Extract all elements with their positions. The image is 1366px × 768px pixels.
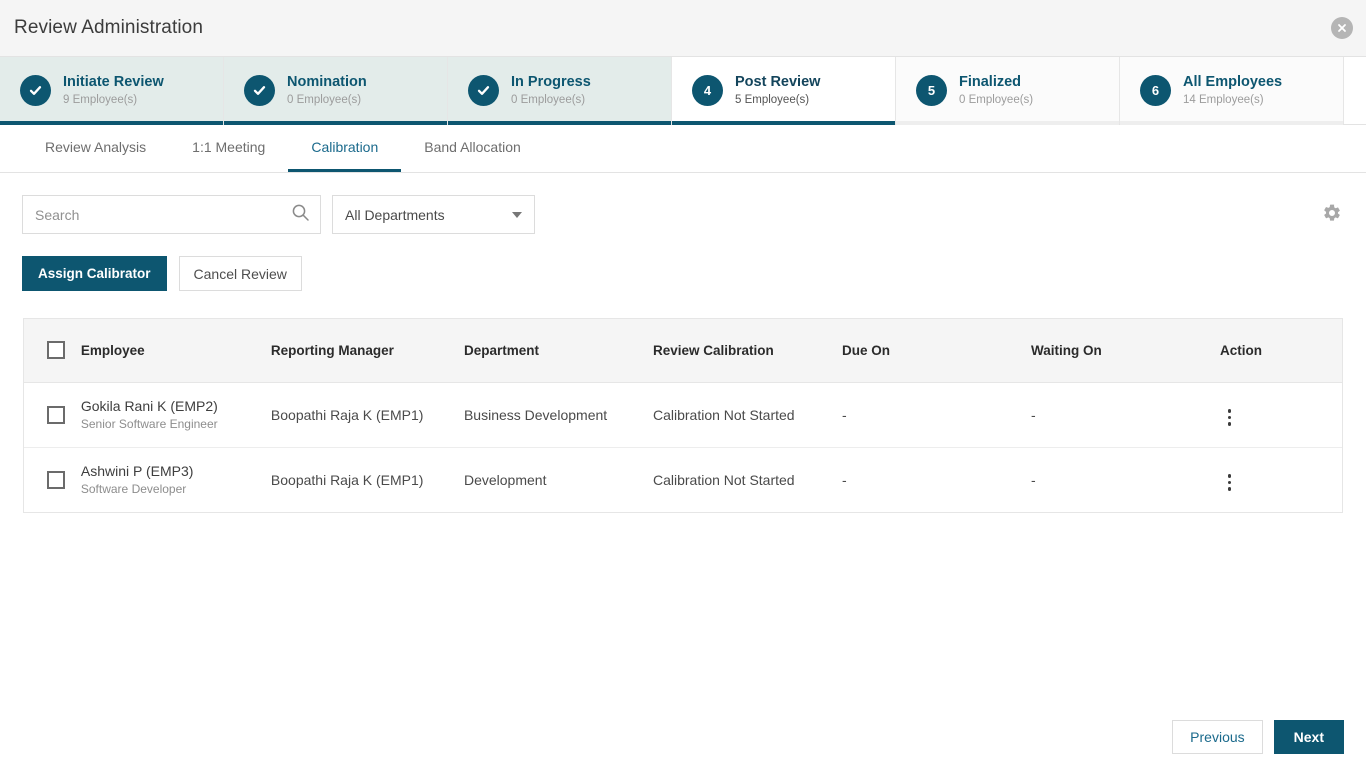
cell-department: Development xyxy=(463,471,547,488)
tab-review-analysis[interactable]: Review Analysis xyxy=(22,125,169,172)
step-badge-completed xyxy=(20,75,51,106)
window-titlebar: Review Administration xyxy=(0,0,1366,57)
kebab-menu-icon[interactable] xyxy=(1220,405,1240,430)
search-field-wrapper xyxy=(22,195,321,234)
row-select-cell xyxy=(24,447,80,512)
tab-one-on-one-meeting[interactable]: 1:1 Meeting xyxy=(169,125,288,172)
employee-role: Software Developer xyxy=(80,482,187,497)
cell-review-calibration: Calibration Not Started xyxy=(652,382,842,448)
step-label: Finalized xyxy=(959,74,1022,91)
column-header-action: Action xyxy=(1219,319,1342,383)
review-stage-stepper: Initiate Review 9 Employee(s) Nomination… xyxy=(0,57,1366,125)
gear-icon xyxy=(1322,204,1342,227)
wizard-footer: Previous Next xyxy=(1172,720,1344,754)
settings-button[interactable] xyxy=(1322,203,1342,228)
step-count: 0 Employee(s) xyxy=(511,93,586,106)
check-icon xyxy=(251,82,268,99)
cell-waiting-on: - xyxy=(1030,471,1036,488)
step-nomination[interactable]: Nomination 0 Employee(s) xyxy=(224,57,448,125)
table-row[interactable]: Gokila Rani K (EMP2) Senior Software Eng… xyxy=(24,382,1342,448)
cell-due-on: - xyxy=(841,382,1031,448)
cell-waiting-on: - xyxy=(1030,382,1220,448)
cell-employee: Ashwini P (EMP3) Software Developer xyxy=(80,447,271,512)
cancel-review-button[interactable]: Cancel Review xyxy=(178,256,302,291)
select-all-header xyxy=(24,319,80,383)
table-header-row: Employee Reporting Manager Department Re… xyxy=(24,319,1342,383)
employee-name: Ashwini P (EMP3) xyxy=(80,463,194,480)
department-select-value: All Departments xyxy=(345,206,445,223)
search-input[interactable] xyxy=(22,195,321,234)
step-count: 0 Employee(s) xyxy=(959,93,1034,106)
employee-role: Senior Software Engineer xyxy=(80,417,218,431)
column-header-department: Department xyxy=(463,319,653,383)
section-tabs: Review Analysis 1:1 Meeting Calibration … xyxy=(0,125,1366,173)
step-count: 9 Employee(s) xyxy=(63,93,138,106)
step-in-progress[interactable]: In Progress 0 Employee(s) xyxy=(448,57,672,125)
row-select-cell xyxy=(24,382,80,448)
previous-button[interactable]: Previous xyxy=(1172,720,1263,754)
step-badge-completed xyxy=(468,75,499,106)
step-badge-number: 4 xyxy=(692,75,723,106)
row-checkbox[interactable] xyxy=(47,405,65,424)
select-all-checkbox[interactable] xyxy=(47,341,65,360)
assign-calibrator-button[interactable]: Assign Calibrator xyxy=(22,256,167,291)
cell-action xyxy=(1219,382,1342,448)
step-label: Post Review xyxy=(735,74,821,91)
next-button[interactable]: Next xyxy=(1273,720,1344,754)
step-post-review[interactable]: 4 Post Review 5 Employee(s) xyxy=(672,57,896,125)
step-all-employees[interactable]: 6 All Employees 14 Employee(s) xyxy=(1120,57,1344,125)
cell-reporting-manager: Boopathi Raja K (EMP1) xyxy=(270,382,464,448)
step-label: In Progress xyxy=(511,74,591,91)
calibration-table: Employee Reporting Manager Department Re… xyxy=(23,318,1343,513)
bulk-action-toolbar: Assign Calibrator Cancel Review xyxy=(0,234,1366,291)
step-count: 5 Employee(s) xyxy=(735,93,810,106)
close-button[interactable] xyxy=(1331,17,1353,39)
check-icon xyxy=(475,82,492,99)
step-label: Initiate Review xyxy=(63,74,164,91)
step-label: Nomination xyxy=(287,74,367,91)
step-label: All Employees xyxy=(1183,74,1283,91)
row-checkbox[interactable] xyxy=(47,470,65,489)
filter-toolbar: All Departments xyxy=(0,173,1366,234)
cell-employee: Gokila Rani K (EMP2) Senior Software Eng… xyxy=(79,382,271,448)
column-header-waiting-on: Waiting On xyxy=(1030,319,1220,383)
department-filter-wrapper: All Departments xyxy=(332,195,535,234)
step-badge-number: 5 xyxy=(916,75,947,106)
step-count: 0 Employee(s) xyxy=(287,93,362,106)
chevron-down-icon xyxy=(512,211,522,218)
table-row[interactable]: Ashwini P (EMP3) Software Developer Boop… xyxy=(24,447,1342,512)
tab-calibration[interactable]: Calibration xyxy=(288,125,402,172)
column-header-review-calibration: Review Calibration xyxy=(652,319,842,383)
cell-review-calibration: Calibration Not Started xyxy=(652,471,795,488)
column-header-due-on: Due On xyxy=(841,319,1031,383)
employee-name: Gokila Rani K (EMP2) xyxy=(80,398,218,414)
kebab-menu-icon[interactable] xyxy=(1220,470,1240,495)
step-count: 14 Employee(s) xyxy=(1183,93,1264,106)
column-header-employee: Employee xyxy=(79,319,271,383)
tab-band-allocation[interactable]: Band Allocation xyxy=(401,125,544,172)
cell-reporting-manager: Boopathi Raja K (EMP1) xyxy=(270,471,424,488)
check-icon xyxy=(27,82,44,99)
cell-department: Business Development xyxy=(463,382,653,448)
page-title: Review Administration xyxy=(14,17,204,38)
column-header-reporting-manager: Reporting Manager xyxy=(270,319,464,383)
cell-action xyxy=(1220,447,1342,512)
step-badge-completed xyxy=(244,75,275,106)
cell-due-on: - xyxy=(841,471,847,488)
step-finalized[interactable]: 5 Finalized 0 Employee(s) xyxy=(896,57,1120,125)
department-select[interactable]: All Departments xyxy=(332,195,535,234)
step-initiate-review[interactable]: Initiate Review 9 Employee(s) xyxy=(0,57,224,125)
close-icon xyxy=(1336,22,1348,34)
step-badge-number: 6 xyxy=(1140,75,1171,106)
